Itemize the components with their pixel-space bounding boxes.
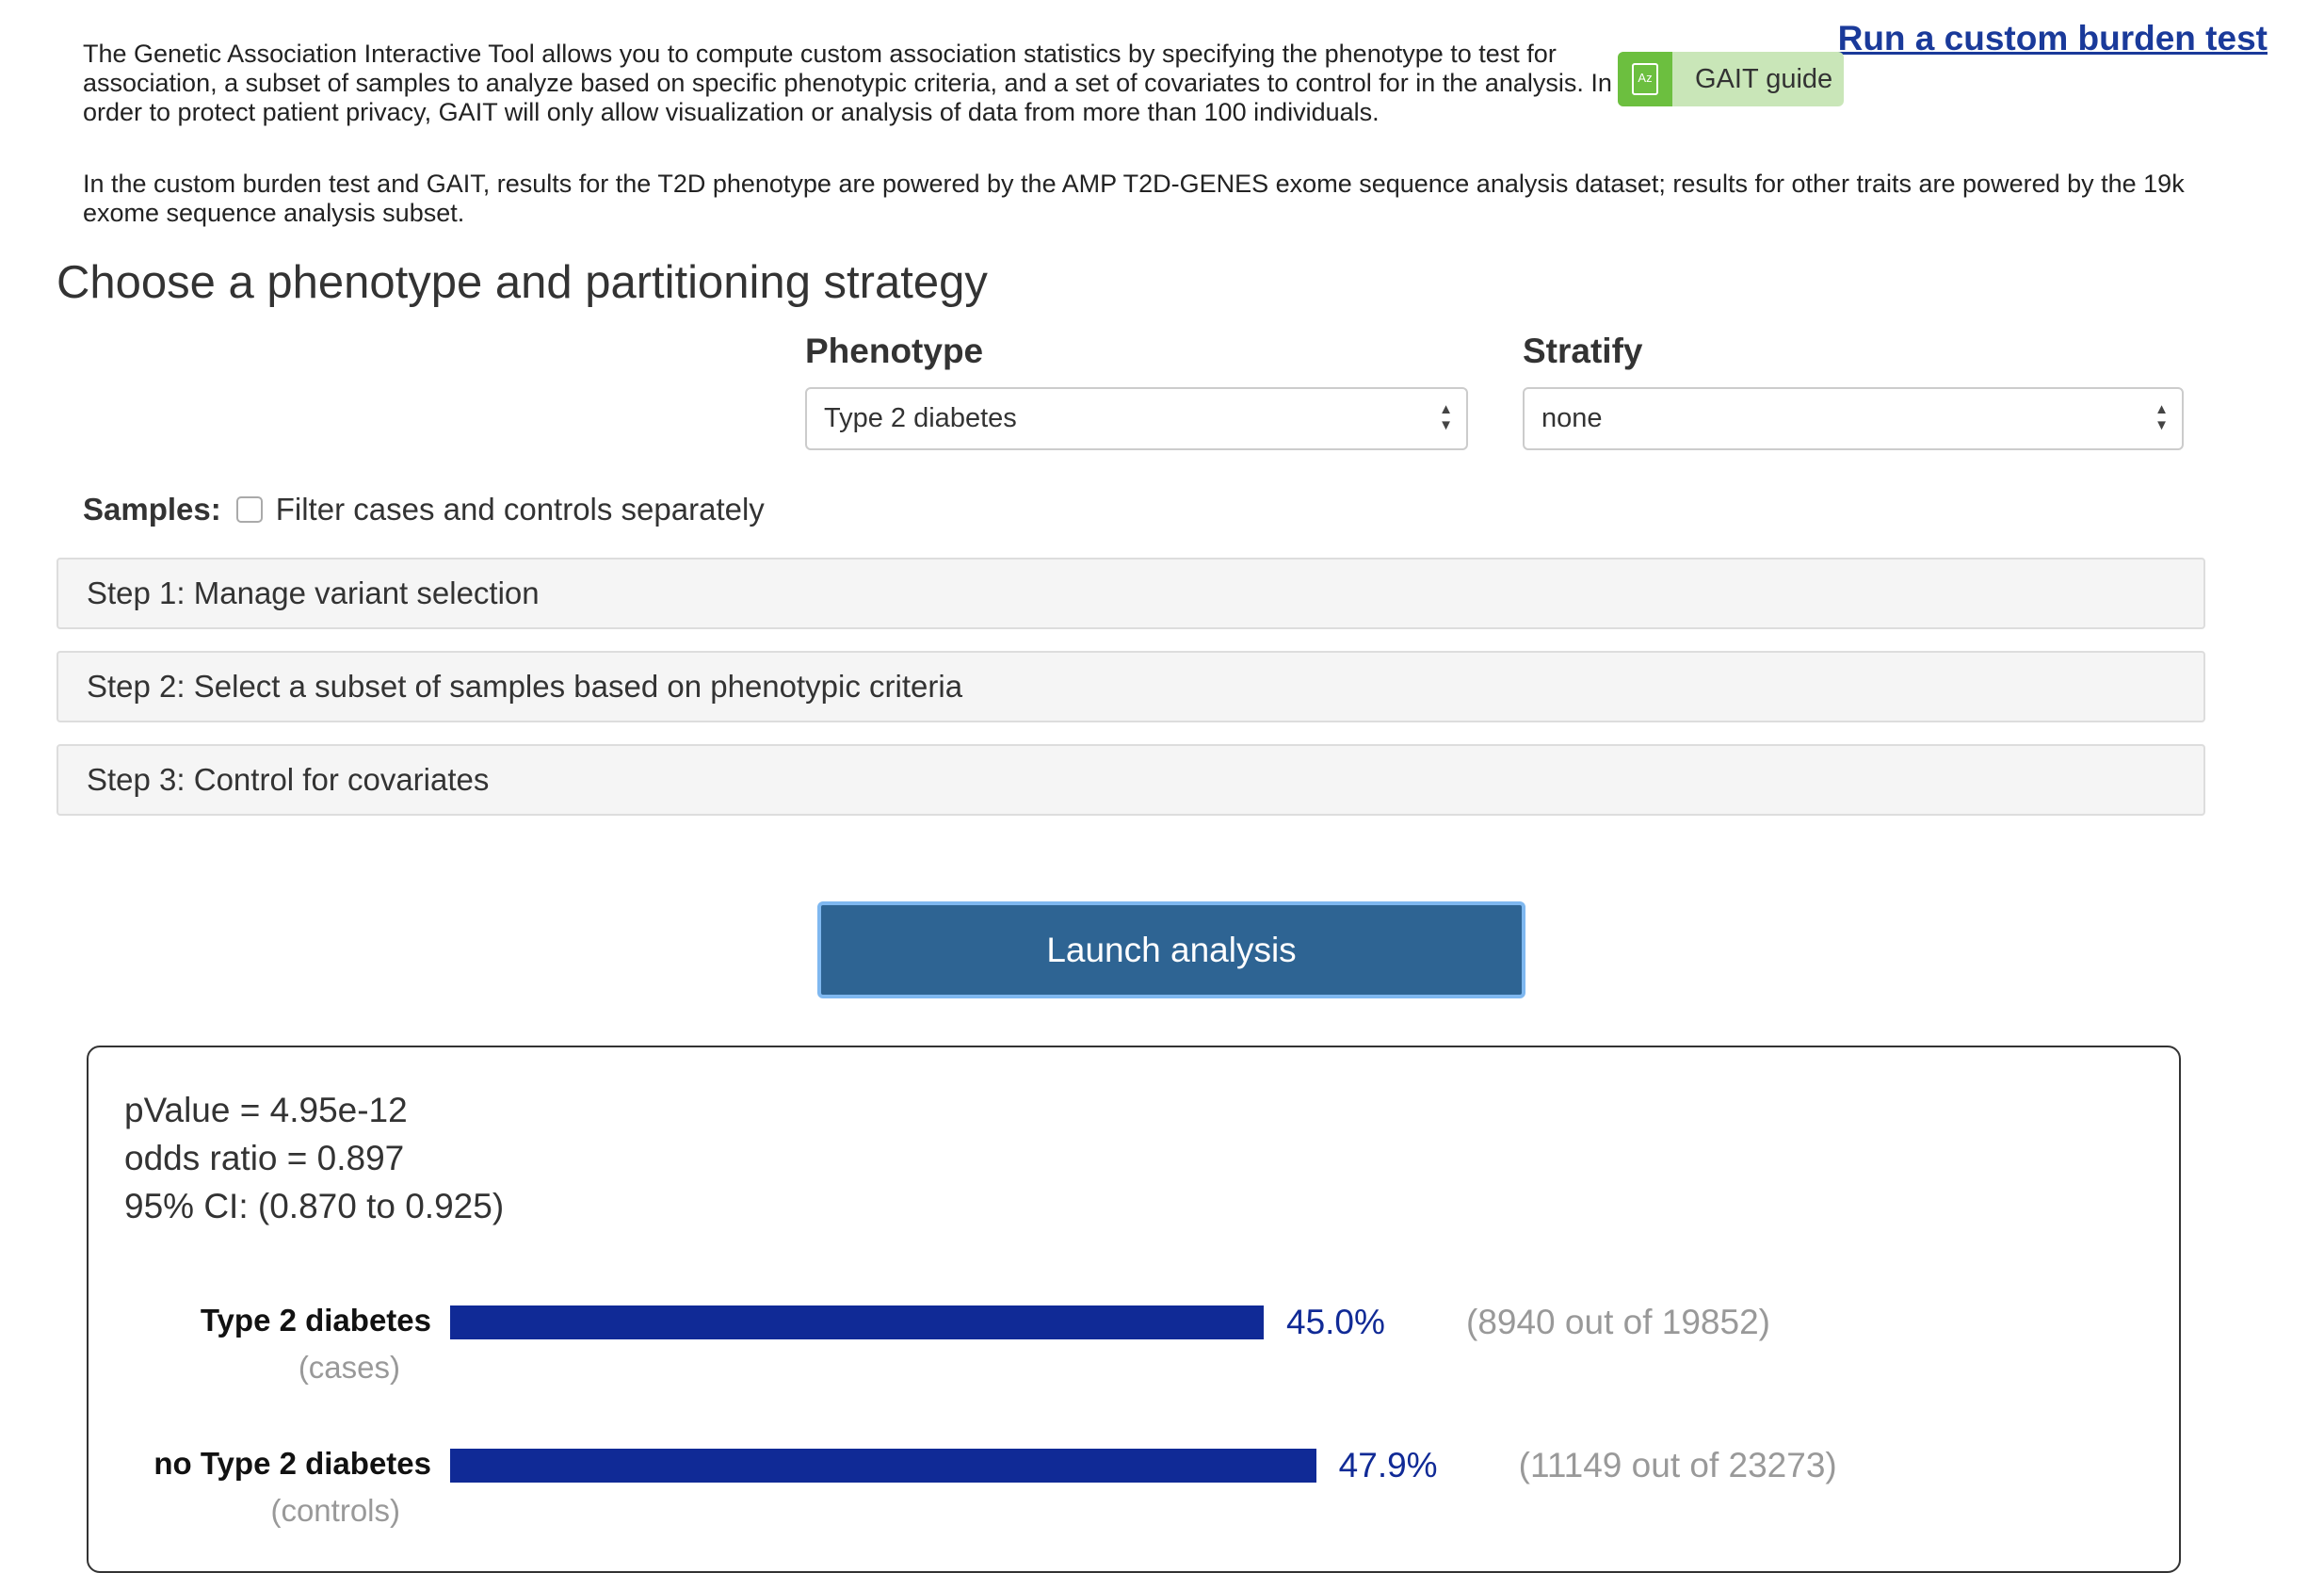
- controls-bar-fill: [450, 1449, 1316, 1483]
- section-title: Choose a phenotype and partitioning stra…: [56, 257, 988, 308]
- cases-bar-label: Type 2 diabetes: [200, 1303, 431, 1338]
- controls-bar-label: no Type 2 diabetes: [153, 1446, 431, 1481]
- document-icon: Az: [1618, 52, 1672, 106]
- step-2-label: Step 2: Select a subset of samples based…: [87, 669, 963, 704]
- intro-text-block: The Genetic Association Interactive Tool…: [83, 40, 1627, 127]
- phenotype-label: Phenotype: [805, 332, 984, 370]
- controls-bar-sublabel: (controls): [270, 1493, 400, 1528]
- cases-bar-counts: (8940 out of 19852): [1466, 1303, 1770, 1341]
- intro-text: The Genetic Association Interactive Tool…: [83, 40, 1612, 126]
- phenotype-select[interactable]: Type 2 diabetes ▲ ▼: [805, 387, 1468, 450]
- filter-separately-label: Filter cases and controls separately: [275, 492, 765, 527]
- cases-bar-percent: 45.0%: [1286, 1303, 1385, 1341]
- step-1-label: Step 1: Manage variant selection: [87, 576, 540, 610]
- dataset-note: In the custom burden test and GAIT, resu…: [83, 170, 2185, 227]
- odds-ratio-text: odds ratio = 0.897: [124, 1139, 405, 1177]
- filter-separately-checkbox[interactable]: [235, 496, 263, 523]
- confidence-interval-text: 95% CI: (0.870 to 0.925): [124, 1187, 505, 1225]
- stratify-label: Stratify: [1523, 332, 1643, 370]
- samples-row: Samples: Filter cases and controls separ…: [83, 492, 765, 527]
- controls-bar-percent: 47.9%: [1338, 1446, 1438, 1484]
- phenotype-selected-value: Type 2 diabetes: [824, 403, 1017, 433]
- dataset-note-block: In the custom burden test and GAIT, resu…: [83, 144, 2268, 253]
- step-1-panel[interactable]: Step 1: Manage variant selection: [56, 558, 2205, 629]
- step-3-label: Step 3: Control for covariates: [87, 762, 490, 797]
- cases-bar-fill: [450, 1305, 1264, 1339]
- document-icon-text: Az: [1632, 63, 1658, 95]
- controls-bar-track: [450, 1449, 1392, 1483]
- cases-bar-track: [450, 1305, 1392, 1339]
- launch-analysis-button[interactable]: Launch analysis: [817, 901, 1525, 998]
- gait-guide-label: GAIT guide: [1695, 63, 1833, 94]
- step-3-panel[interactable]: Step 3: Control for covariates: [56, 744, 2205, 816]
- samples-label: Samples:: [83, 492, 221, 527]
- step-2-panel[interactable]: Step 2: Select a subset of samples based…: [56, 651, 2205, 722]
- gait-guide-button[interactable]: Az GAIT guide: [1618, 52, 1844, 106]
- stratify-selected-value: none: [1541, 403, 1603, 433]
- cases-bar-sublabel: (cases): [298, 1350, 400, 1385]
- run-custom-burden-test-link[interactable]: Run a custom burden test: [1838, 19, 2268, 58]
- controls-bar-counts: (11149 out of 23273): [1518, 1446, 1837, 1484]
- pvalue-text: pValue = 4.95e-12: [124, 1091, 408, 1129]
- select-arrows-icon: ▲ ▼: [1439, 401, 1453, 433]
- select-arrows-icon: ▲ ▼: [2155, 401, 2169, 433]
- stratify-select[interactable]: none ▲ ▼: [1523, 387, 2184, 450]
